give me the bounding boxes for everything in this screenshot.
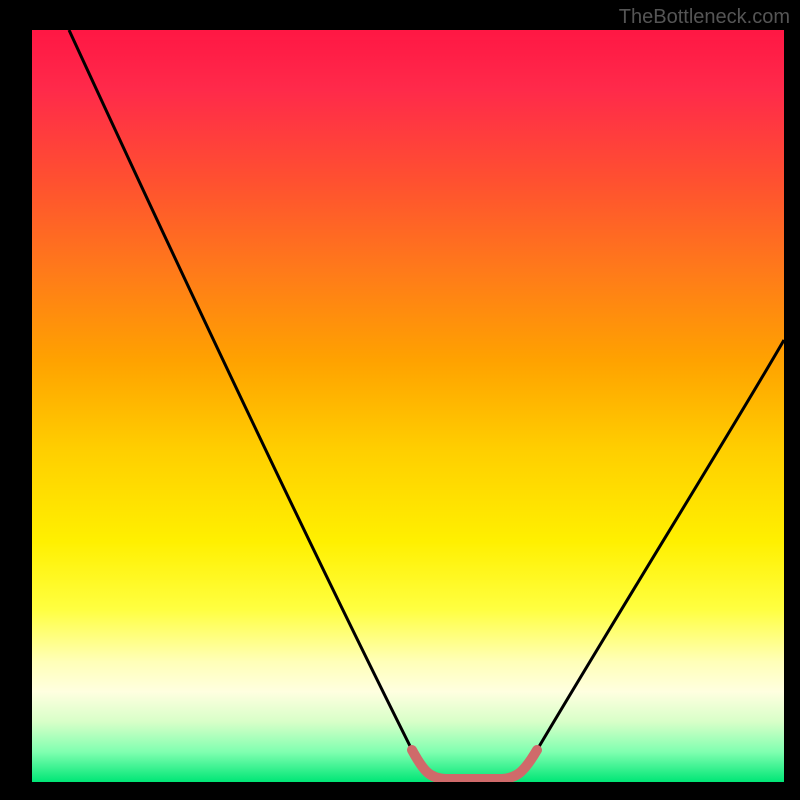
plot-area	[32, 30, 784, 782]
trough-highlight	[412, 750, 537, 779]
curve-svg	[32, 30, 784, 782]
watermark-text: TheBottleneck.com	[619, 6, 790, 29]
bottleneck-curve	[69, 30, 784, 779]
